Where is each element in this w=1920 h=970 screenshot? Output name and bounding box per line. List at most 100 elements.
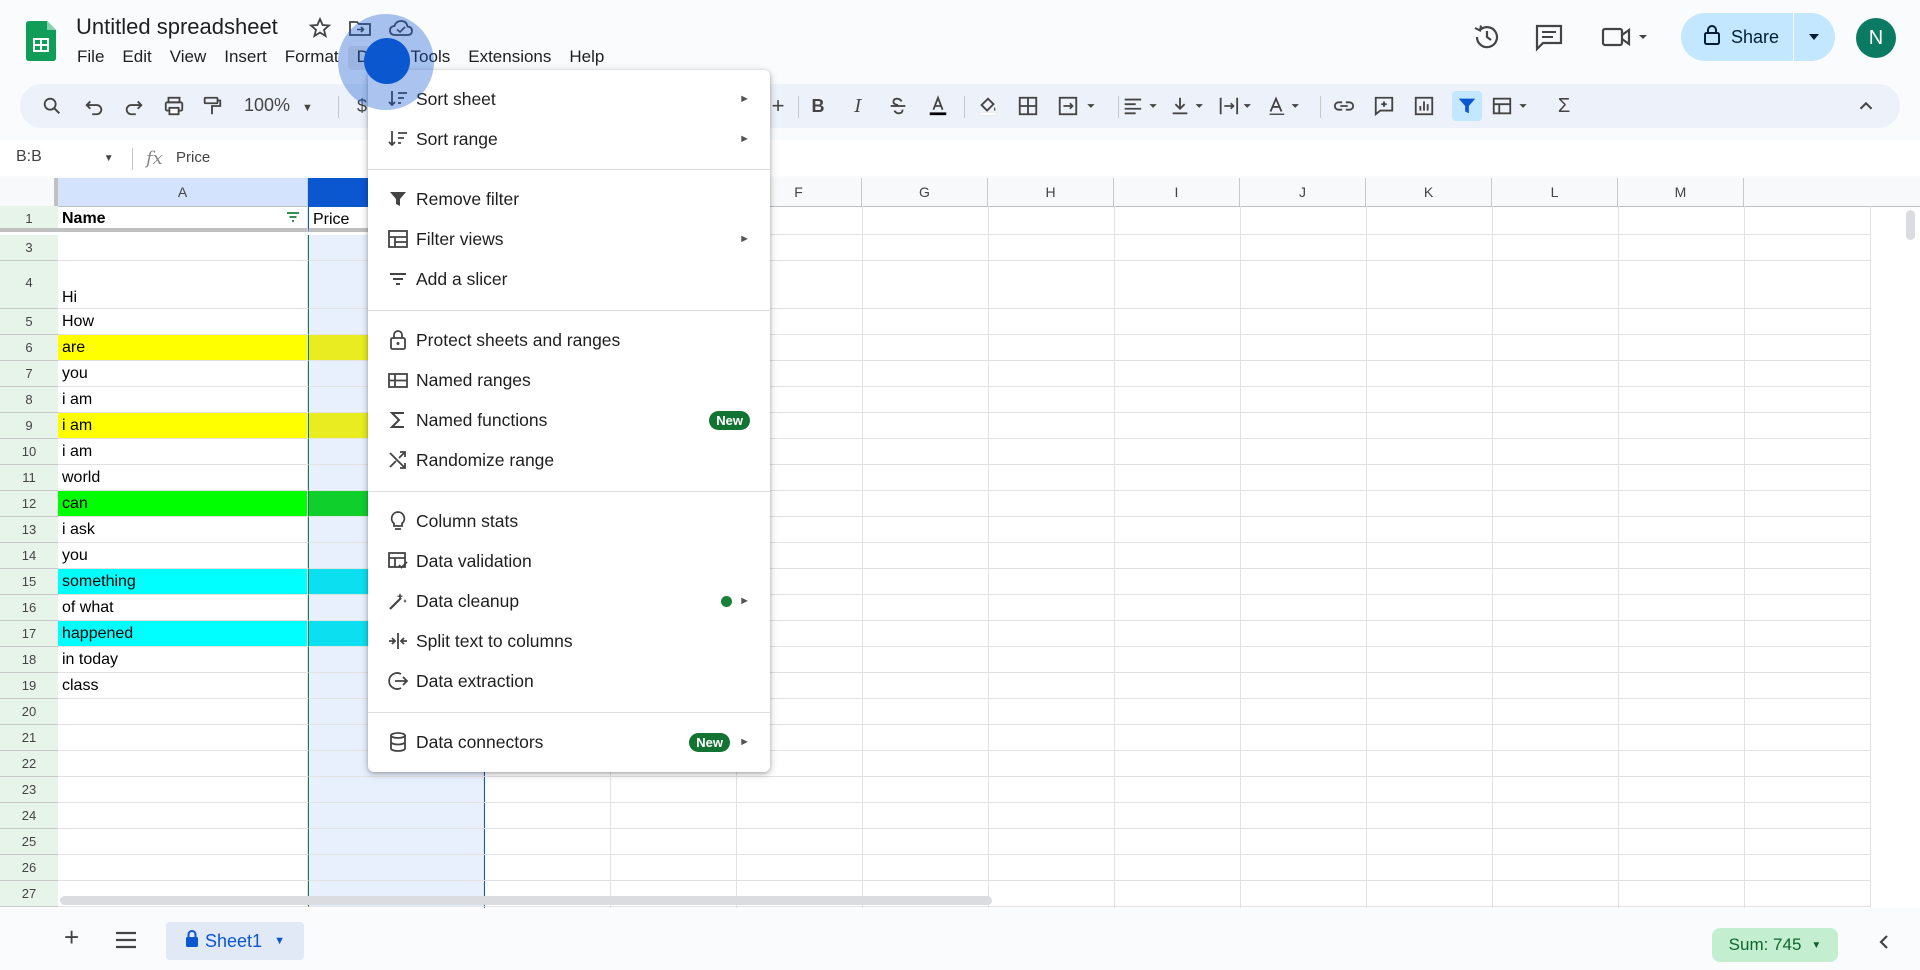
cell-a[interactable]: are xyxy=(58,335,308,361)
insert-comment-icon[interactable] xyxy=(1372,94,1396,118)
filter-views-icon[interactable] xyxy=(1490,94,1536,118)
paint-format-icon[interactable] xyxy=(200,94,224,118)
formula-input[interactable]: Price xyxy=(176,149,210,166)
column-filter-icon[interactable] xyxy=(285,208,301,228)
cell-a[interactable]: something xyxy=(58,569,308,595)
row-header[interactable]: 21 xyxy=(0,725,58,751)
insert-chart-icon[interactable] xyxy=(1412,94,1436,118)
menu-item-named-ranges[interactable]: Named ranges xyxy=(368,360,770,400)
cell-a[interactable]: class xyxy=(58,673,308,699)
row-header[interactable]: 12 xyxy=(0,491,58,517)
comments-icon[interactable] xyxy=(1534,22,1564,52)
row-header[interactable]: 5 xyxy=(0,309,58,335)
vertical-scrollbar[interactable] xyxy=(1906,210,1915,240)
column-header-k[interactable]: K xyxy=(1366,178,1492,206)
cell-a[interactable]: can xyxy=(58,491,308,517)
row-header[interactable]: 17 xyxy=(0,621,58,647)
horizontal-align-icon[interactable] xyxy=(1120,94,1166,118)
row-header[interactable]: 9 xyxy=(0,413,58,439)
row-header[interactable]: 26 xyxy=(0,855,58,881)
print-icon[interactable] xyxy=(162,94,186,118)
column-header-g[interactable]: G xyxy=(862,178,988,206)
borders-icon[interactable] xyxy=(1016,94,1040,118)
row-header[interactable]: 25 xyxy=(0,829,58,855)
horizontal-scrollbar[interactable] xyxy=(60,896,992,905)
menu-item-named-functions[interactable]: Named functions New xyxy=(368,400,770,440)
header-cell-name[interactable]: Name xyxy=(58,206,308,232)
row-header[interactable]: 27 xyxy=(0,881,58,907)
add-sheet-button[interactable]: + xyxy=(64,922,79,953)
menu-item-column-stats[interactable]: Column stats xyxy=(368,501,770,541)
cell-a[interactable] xyxy=(58,829,308,855)
menu-item-add-a-slicer[interactable]: Add a slicer xyxy=(368,259,770,299)
menu-item-protect-sheets-and-ranges[interactable]: Protect sheets and ranges xyxy=(368,320,770,360)
functions-icon[interactable]: Σ xyxy=(1552,94,1576,118)
share-button[interactable]: Share xyxy=(1681,13,1793,61)
text-wrapping-icon[interactable] xyxy=(1216,94,1262,118)
column-header-l[interactable]: L xyxy=(1492,178,1618,206)
cell-a[interactable] xyxy=(58,751,308,777)
account-avatar[interactable]: N xyxy=(1856,18,1896,58)
menu-item-data-connectors[interactable]: Data connectors New ► xyxy=(368,722,770,762)
cell-a[interactable]: happened xyxy=(58,621,308,647)
row-header[interactable]: 20 xyxy=(0,699,58,725)
column-header-m[interactable]: M xyxy=(1618,178,1744,206)
row-header[interactable]: 1 xyxy=(0,206,58,232)
menu-item-sort-range[interactable]: Sort range ► xyxy=(368,119,770,159)
fill-color-icon[interactable] xyxy=(976,94,1000,118)
filter-icon[interactable] xyxy=(1452,91,1482,121)
bold-icon[interactable]: B xyxy=(806,94,830,118)
cell-a[interactable]: How xyxy=(58,309,308,335)
row-header[interactable]: 22 xyxy=(0,751,58,777)
search-menus-icon[interactable] xyxy=(40,94,64,118)
text-color-icon[interactable] xyxy=(926,94,950,118)
cell-a[interactable] xyxy=(58,699,308,725)
column-header-j[interactable]: J xyxy=(1240,178,1366,206)
row-header[interactable]: 18 xyxy=(0,647,58,673)
row-header[interactable]: 10 xyxy=(0,439,58,465)
all-sheets-icon[interactable] xyxy=(114,930,138,955)
row-header[interactable]: 6 xyxy=(0,335,58,361)
column-header-i[interactable]: I xyxy=(1114,178,1240,206)
side-panel-toggle-icon[interactable] xyxy=(1876,932,1892,957)
cell-a[interactable]: Hi xyxy=(58,261,308,309)
italic-icon[interactable]: I xyxy=(846,94,870,118)
cell-a[interactable] xyxy=(58,855,308,881)
document-title[interactable]: Untitled spreadsheet xyxy=(76,14,278,40)
row-header[interactable]: 4 xyxy=(0,261,58,309)
menu-item-remove-filter[interactable]: Remove filter xyxy=(368,179,770,219)
menu-edit[interactable]: Edit xyxy=(113,46,160,70)
cell-a[interactable]: of what xyxy=(58,595,308,621)
sum-explore-button[interactable]: Sum: 745 ▼ xyxy=(1712,928,1838,962)
menu-insert[interactable]: Insert xyxy=(215,46,276,70)
row-header[interactable]: 15 xyxy=(0,569,58,595)
cell-a[interactable] xyxy=(58,803,308,829)
cell-a[interactable]: i ask xyxy=(58,517,308,543)
row-header[interactable]: 24 xyxy=(0,803,58,829)
select-all-corner[interactable] xyxy=(0,178,58,206)
redo-icon[interactable] xyxy=(122,94,146,118)
menu-item-data-extraction[interactable]: Data extraction xyxy=(368,661,770,701)
cell-a[interactable]: world xyxy=(58,465,308,491)
undo-icon[interactable] xyxy=(82,94,106,118)
collapse-toolbar-icon[interactable] xyxy=(1854,94,1878,118)
menu-view[interactable]: View xyxy=(161,46,216,70)
cell-a[interactable] xyxy=(58,235,308,261)
row-header[interactable]: 16 xyxy=(0,595,58,621)
cell-a[interactable]: you xyxy=(58,361,308,387)
cell-a[interactable]: i am xyxy=(58,413,308,439)
version-history-icon[interactable] xyxy=(1472,22,1502,52)
row-header[interactable]: 19 xyxy=(0,673,58,699)
cell-b[interactable] xyxy=(308,829,484,855)
cell-a[interactable]: i am xyxy=(58,387,308,413)
share-dropdown-button[interactable] xyxy=(1794,13,1834,61)
row-header[interactable]: 23 xyxy=(0,777,58,803)
menu-file[interactable]: File xyxy=(68,46,113,70)
row-header[interactable]: 7 xyxy=(0,361,58,387)
merge-cells-icon[interactable] xyxy=(1056,94,1102,118)
cell-b[interactable] xyxy=(308,803,484,829)
sheet-tab[interactable]: Sheet1 ▼ xyxy=(166,922,304,960)
cell-b[interactable] xyxy=(308,855,484,881)
zoom-select[interactable]: 100% ▼ xyxy=(244,95,313,116)
cell-a[interactable] xyxy=(58,725,308,751)
